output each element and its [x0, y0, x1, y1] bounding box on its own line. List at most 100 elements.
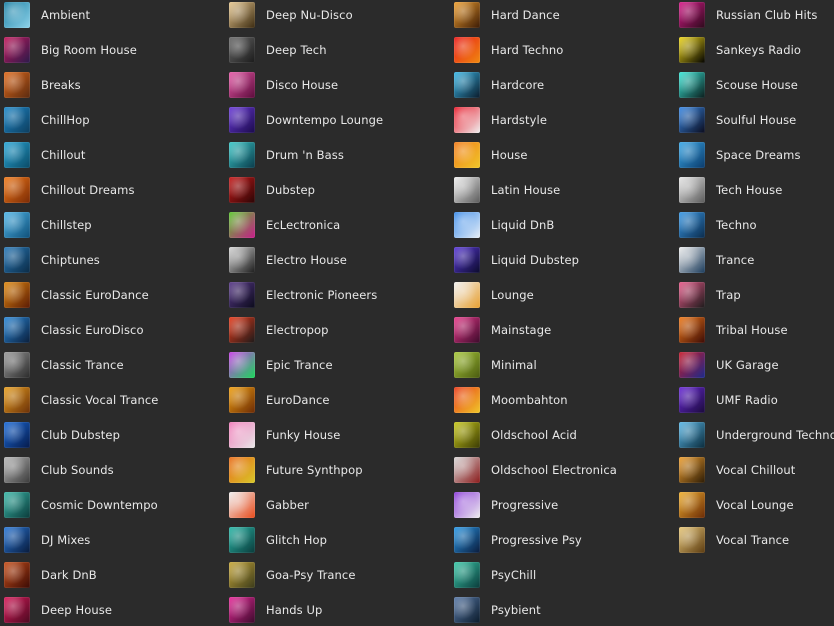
channel-item[interactable]: Liquid Dubstep [454, 245, 579, 275]
channel-item[interactable]: Dark DnB [4, 560, 97, 590]
channel-item[interactable]: Oldschool Acid [454, 420, 577, 450]
channel-item[interactable]: Club Dubstep [4, 420, 120, 450]
channel-item[interactable]: Hardstyle [454, 105, 547, 135]
goa-psy-trance-art-icon [229, 562, 255, 588]
channel-item[interactable]: Epic Trance [229, 350, 333, 380]
channel-item[interactable]: Chillout [4, 140, 86, 170]
channel-item[interactable]: Lounge [454, 280, 534, 310]
channel-item[interactable]: Chillout Dreams [4, 175, 135, 205]
channel-item[interactable]: Latin House [454, 175, 560, 205]
channel-item[interactable]: Gabber [229, 490, 309, 520]
channel-item[interactable]: Mainstage [454, 315, 551, 345]
channel-item[interactable]: EuroDance [229, 385, 330, 415]
channel-label: Techno [716, 218, 757, 232]
channel-item[interactable]: Scouse House [679, 70, 798, 100]
channel-item[interactable]: UK Garage [679, 350, 779, 380]
channel-item[interactable]: ChillHop [4, 105, 90, 135]
classic-vocal-trance-art-icon [4, 387, 30, 413]
channel-item[interactable]: Liquid DnB [454, 210, 554, 240]
channel-label: Trap [716, 288, 741, 302]
channel-item[interactable]: Deep House [4, 595, 112, 625]
channel-item[interactable]: Dubstep [229, 175, 315, 205]
channel-label: Chillstep [41, 218, 92, 232]
electropop-art-icon [229, 317, 255, 343]
channel-item[interactable]: DJ Mixes [4, 525, 90, 555]
hardstyle-art-icon [454, 107, 480, 133]
channel-item[interactable]: Hardcore [454, 70, 544, 100]
channel-item[interactable]: Deep Nu-Disco [229, 0, 353, 30]
channel-item[interactable]: Underground Techno [679, 420, 834, 450]
channel-item[interactable]: Trap [679, 280, 741, 310]
channel-item[interactable]: Club Sounds [4, 455, 114, 485]
channel-label: Moombahton [491, 393, 568, 407]
channel-label: Funky House [266, 428, 341, 442]
channel-label: Glitch Hop [266, 533, 328, 547]
channel-item[interactable]: Goa-Psy Trance [229, 560, 356, 590]
channel-item[interactable]: Electro House [229, 245, 347, 275]
channel-label: DJ Mixes [41, 533, 91, 547]
channel-item[interactable]: PsyChill [454, 560, 536, 590]
channel-item[interactable]: Downtempo Lounge [229, 105, 383, 135]
channel-item[interactable]: Classic Vocal Trance [4, 385, 158, 415]
channel-item[interactable]: Electropop [229, 315, 329, 345]
minimal-art-icon [454, 352, 480, 378]
channel-item[interactable]: Moombahton [454, 385, 568, 415]
channel-item[interactable]: Classic EuroDisco [4, 315, 144, 345]
channel-item[interactable]: Vocal Chillout [679, 455, 795, 485]
channel-item[interactable]: Classic EuroDance [4, 280, 149, 310]
channel-label: Trance [716, 253, 755, 267]
channel-item[interactable]: Electronic Pioneers [229, 280, 377, 310]
channel-label: Dark DnB [41, 568, 97, 582]
vocal-trance-art-icon [679, 527, 705, 553]
channel-item[interactable]: Tribal House [679, 315, 788, 345]
channel-item[interactable]: Space Dreams [679, 140, 801, 170]
glitch-hop-art-icon [229, 527, 255, 553]
deep-tech-art-icon [229, 37, 255, 63]
channel-item[interactable]: Tech House [679, 175, 782, 205]
channel-item[interactable]: Minimal [454, 350, 537, 380]
channel-item[interactable]: Vocal Trance [679, 525, 789, 555]
channel-item[interactable]: Ambient [4, 0, 90, 30]
channel-item[interactable]: Progressive Psy [454, 525, 582, 555]
channel-item[interactable]: House [454, 140, 528, 170]
channel-item[interactable]: Progressive [454, 490, 558, 520]
channel-item[interactable]: UMF Radio [679, 385, 778, 415]
channel-item[interactable]: Hard Techno [454, 35, 563, 65]
channel-item[interactable]: Breaks [4, 70, 81, 100]
channel-label: Drum 'n Bass [266, 148, 344, 162]
channel-label: EcLectronica [266, 218, 341, 232]
channel-item[interactable]: Sankeys Radio [679, 35, 801, 65]
cosmic-downtempo-art-icon [4, 492, 30, 518]
channel-item[interactable]: Oldschool Electronica [454, 455, 617, 485]
house-art-icon [454, 142, 480, 168]
downtempo-lounge-art-icon [229, 107, 255, 133]
channel-item[interactable]: Disco House [229, 70, 338, 100]
eclectronica-art-icon [229, 212, 255, 238]
channel-item[interactable]: Glitch Hop [229, 525, 327, 555]
channel-item[interactable]: Hands Up [229, 595, 322, 625]
channel-item[interactable]: Chillstep [4, 210, 92, 240]
channel-item[interactable]: Vocal Lounge [679, 490, 794, 520]
sankeys-radio-art-icon [679, 37, 705, 63]
classic-eurodance-art-icon [4, 282, 30, 308]
channel-item[interactable]: Deep Tech [229, 35, 327, 65]
channel-item[interactable]: Russian Club Hits [679, 0, 817, 30]
channel-label: Electronic Pioneers [266, 288, 378, 302]
channel-item[interactable]: Big Room House [4, 35, 137, 65]
channel-item[interactable]: Techno [679, 210, 757, 240]
channel-item[interactable]: Soulful House [679, 105, 796, 135]
channel-item[interactable]: EcLectronica [229, 210, 340, 240]
channel-item[interactable]: Psybient [454, 595, 541, 625]
channel-label: Goa-Psy Trance [266, 568, 356, 582]
channel-item[interactable]: Hard Dance [454, 0, 560, 30]
channel-item[interactable]: Drum 'n Bass [229, 140, 344, 170]
channel-item[interactable]: Future Synthpop [229, 455, 363, 485]
progressive-art-icon [454, 492, 480, 518]
channel-item[interactable]: Chiptunes [4, 245, 100, 275]
channel-item[interactable]: Trance [679, 245, 754, 275]
channel-item[interactable]: Classic Trance [4, 350, 124, 380]
deep-nu-disco-art-icon [229, 2, 255, 28]
hard-techno-art-icon [454, 37, 480, 63]
channel-item[interactable]: Funky House [229, 420, 340, 450]
channel-item[interactable]: Cosmic Downtempo [4, 490, 158, 520]
